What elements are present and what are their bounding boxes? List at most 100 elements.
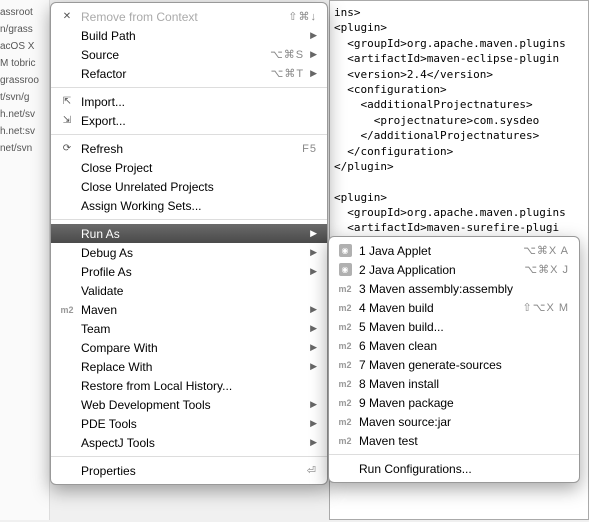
sub_menu-item-9-maven-package[interactable]: m2 9 Maven package [329, 393, 579, 412]
menu-item-label: Profile As [81, 265, 304, 279]
sub_menu-item-8-maven-install[interactable]: m28 Maven install [329, 374, 579, 393]
main_menu-item-source[interactable]: Source⌥⌘S▶ [51, 45, 327, 64]
java-launch-icon: ◉ [337, 243, 353, 259]
context-menu: ✕Remove from Context⇧⌘↓Build Path▶Source… [50, 2, 328, 485]
blank-icon [59, 28, 75, 44]
sub_menu-item-6-maven-clean[interactable]: m2 6 Maven clean [329, 336, 579, 355]
menu-item-label: 2 Java Application [359, 263, 516, 277]
maven-icon: m2 [337, 395, 353, 411]
remove-icon: ✕ [59, 9, 75, 25]
menu-item-label: PDE Tools [81, 417, 304, 431]
menu-item-label: Refactor [81, 67, 263, 81]
submenu-arrow-icon: ▶ [310, 437, 317, 448]
maven-icon: m2 [337, 338, 353, 354]
sub_menu-item-4-maven-build[interactable]: m2 4 Maven build ⇧⌥X M [329, 298, 579, 317]
submenu-arrow-icon: ▶ [310, 68, 317, 79]
main_menu-item-aspectj-tools[interactable]: AspectJ Tools▶ [51, 433, 327, 452]
menu-item-label: Import... [81, 95, 317, 109]
main_menu-item-validate[interactable]: Validate [51, 281, 327, 300]
blank-icon [59, 340, 75, 356]
menu-shortcut: ⇧⌘↓ [288, 10, 317, 23]
sub_menu-item-7-maven-generate-sources[interactable]: m2 7 Maven generate-sources [329, 355, 579, 374]
main_menu-item-run-as[interactable]: Run As ▶ [51, 224, 327, 243]
main_menu-item-maven[interactable]: m2Maven▶ [51, 300, 327, 319]
maven-icon: m2 [59, 302, 75, 318]
menu-item-label: Close Unrelated Projects [81, 180, 317, 194]
main_menu-item-properties[interactable]: Properties⏎ [51, 461, 327, 480]
menu-item-label: 9 Maven package [359, 396, 569, 410]
menu-item-label: Maven source:jar [359, 415, 569, 429]
menu-item-label: 5 Maven build... [359, 320, 569, 334]
tree-text-fragment: assroot [0, 4, 49, 21]
main_menu-item-build-path[interactable]: Build Path ▶ [51, 26, 327, 45]
sub_menu-item-3-maven-assembly-assembly[interactable]: m2 3 Maven assembly:assembly [329, 279, 579, 298]
menu-item-label: 4 Maven build [359, 301, 515, 315]
menu-item-label: Compare With [81, 341, 304, 355]
main_menu-item-export[interactable]: ⇲Export... [51, 111, 327, 130]
main_menu-item-refresh[interactable]: ⟳RefreshF5 [51, 139, 327, 158]
menu-item-label: Build Path [81, 29, 304, 43]
main_menu-item-restore-from-local-history[interactable]: Restore from Local History... [51, 376, 327, 395]
main_menu-item-compare-with[interactable]: Compare With▶ [51, 338, 327, 357]
menu-shortcut: ⇧⌥X M [523, 301, 569, 314]
submenu-arrow-icon: ▶ [310, 30, 317, 41]
sub_menu-item-maven-test[interactable]: m2Maven test [329, 431, 579, 450]
maven-icon: m2 [337, 281, 353, 297]
menu-item-label: 7 Maven generate-sources [359, 358, 569, 372]
main_menu-item-refactor[interactable]: Refactor ⌥⌘T ▶ [51, 64, 327, 83]
sub_menu-item-1-java-applet[interactable]: ◉1 Java Applet⌥⌘X A [329, 241, 579, 260]
blank-icon [59, 435, 75, 451]
sub_menu-item-2-java-application[interactable]: ◉2 Java Application⌥⌘X J [329, 260, 579, 279]
blank-icon [59, 66, 75, 82]
menu-item-label: 8 Maven install [359, 377, 569, 391]
main_menu-item-close-project[interactable]: Close Project [51, 158, 327, 177]
main_menu-item-debug-as[interactable]: Debug As▶ [51, 243, 327, 262]
java-launch-icon: ◉ [337, 262, 353, 278]
sub_menu-item-run-configurations[interactable]: Run Configurations... [329, 459, 579, 478]
menu-separator [51, 456, 327, 457]
maven-icon: m2 [337, 357, 353, 373]
sub_menu-item-5-maven-build[interactable]: m2 5 Maven build... [329, 317, 579, 336]
menu-item-label: 3 Maven assembly:assembly [359, 282, 569, 296]
blank-icon [59, 416, 75, 432]
blank-icon [59, 264, 75, 280]
tree-text-fragment: M tobric [0, 55, 49, 72]
main_menu-item-team[interactable]: Team▶ [51, 319, 327, 338]
submenu-arrow-icon: ▶ [310, 49, 317, 60]
sub_menu-item-maven-source-jar[interactable]: m2Maven source:jar [329, 412, 579, 431]
main_menu-item-pde-tools[interactable]: PDE Tools▶ [51, 414, 327, 433]
submenu-arrow-icon: ▶ [310, 247, 317, 258]
tree-text-fragment: h.net/sv [0, 106, 49, 123]
menu-item-label: Replace With [81, 360, 304, 374]
menu-shortcut: ⏎ [307, 464, 317, 477]
menu-item-label: Web Development Tools [81, 398, 304, 412]
blank-icon [59, 463, 75, 479]
menu-item-label: Restore from Local History... [81, 379, 317, 393]
blank-icon [59, 378, 75, 394]
menu-item-label: Refresh [81, 142, 294, 156]
submenu-arrow-icon: ▶ [310, 361, 317, 372]
main_menu-item-import[interactable]: ⇱ Import... [51, 92, 327, 111]
maven-icon: m2 [337, 300, 353, 316]
menu-separator [51, 219, 327, 220]
main_menu-item-replace-with[interactable]: Replace With ▶ [51, 357, 327, 376]
main_menu-item-close-unrelated-projects[interactable]: Close Unrelated Projects [51, 177, 327, 196]
blank-icon [59, 198, 75, 214]
menu-item-label: Maven test [359, 434, 569, 448]
blank-icon [59, 179, 75, 195]
tree-text-fragment: acOS X [0, 38, 49, 55]
submenu-arrow-icon: ▶ [310, 228, 317, 239]
blank-icon [59, 47, 75, 63]
main_menu-item-web-development-tools[interactable]: Web Development Tools▶ [51, 395, 327, 414]
menu-separator [51, 87, 327, 88]
menu-item-label: 6 Maven clean [359, 339, 569, 353]
maven-icon: m2 [337, 319, 353, 335]
main_menu-item-assign-working-sets[interactable]: Assign Working Sets... [51, 196, 327, 215]
menu-shortcut: ⌥⌘T [271, 67, 304, 80]
import-icon: ⇱ [59, 94, 75, 110]
menu-item-label: Validate [81, 284, 317, 298]
menu-item-label: Source [81, 48, 262, 62]
menu-item-label: Run As [81, 227, 304, 241]
main_menu-item-profile-as[interactable]: Profile As▶ [51, 262, 327, 281]
menu-separator [51, 134, 327, 135]
